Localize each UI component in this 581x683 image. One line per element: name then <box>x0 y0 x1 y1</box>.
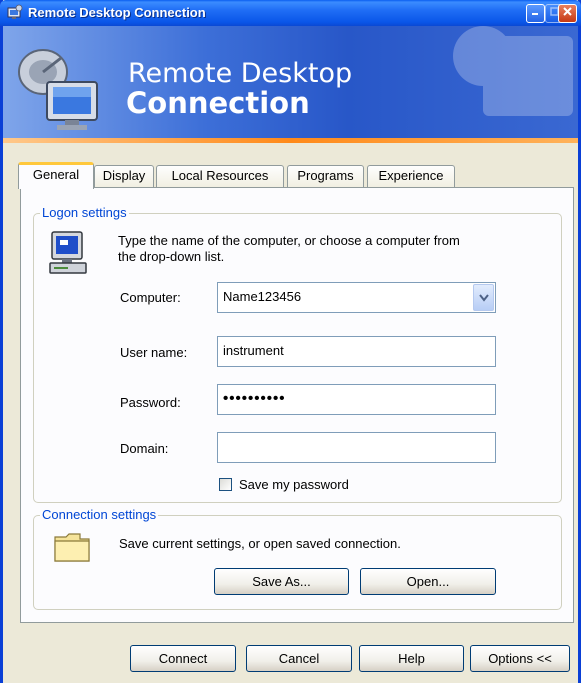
computer-combobox[interactable]: Name123456 <box>217 282 496 313</box>
computer-label: Computer: <box>120 290 181 305</box>
save-password-checkbox[interactable] <box>219 478 232 491</box>
header-banner: Remote Desktop Connection <box>3 26 578 138</box>
computer-monitor-icon <box>49 231 87 274</box>
computer-dropdown-button[interactable] <box>473 284 494 311</box>
connection-settings-group: Connection settings Save current setting… <box>33 507 562 610</box>
connection-settings-text: Save current settings, or open saved con… <box>119 536 401 551</box>
remote-desktop-computer-icon <box>18 49 98 130</box>
computer-value: Name123456 <box>223 289 302 304</box>
logon-settings-label: Logon settings <box>40 205 129 221</box>
username-label: User name: <box>120 345 188 360</box>
tab-programs[interactable]: Programs <box>287 165 364 187</box>
remote-desktop-window: Remote Desktop Connection Remote Desktop <box>0 0 581 683</box>
banner-accent-bar <box>3 138 578 143</box>
help-button[interactable]: Help <box>359 645 464 672</box>
save-password-label[interactable]: Save my password <box>239 477 349 493</box>
logon-instructions-line2: the drop-down list. <box>118 249 225 264</box>
save-as-button[interactable]: Save As... <box>214 568 349 595</box>
window-title: Remote Desktop Connection <box>28 5 206 20</box>
password-field[interactable]: •••••••••• <box>217 384 496 415</box>
tab-experience[interactable]: Experience <box>367 165 455 187</box>
chevron-down-icon <box>479 294 489 302</box>
username-field[interactable]: instrument <box>217 336 496 367</box>
close-button[interactable] <box>558 4 577 23</box>
password-label: Password: <box>120 395 181 410</box>
remote-desktop-icon <box>7 4 23 19</box>
logon-instructions-line1: Type the name of the computer, or choose… <box>118 233 460 248</box>
banner-decoration <box>453 26 573 116</box>
tab-general[interactable]: General <box>18 162 94 189</box>
options-button[interactable]: Options << <box>470 645 570 672</box>
tab-local-resources[interactable]: Local Resources <box>156 165 284 187</box>
folder-icon <box>54 533 90 562</box>
general-tab-panel: Logon settings Type the name of the comp… <box>20 187 574 623</box>
tab-display[interactable]: Display <box>94 165 154 187</box>
banner-title-line1: Remote Desktop <box>128 58 353 89</box>
title-bar[interactable]: Remote Desktop Connection <box>0 0 581 26</box>
connect-button[interactable]: Connect <box>130 645 236 672</box>
domain-field[interactable] <box>217 432 496 463</box>
connection-settings-label: Connection settings <box>40 507 159 523</box>
banner-title-line2: Connection <box>126 86 310 120</box>
logon-settings-group: Logon settings Type the name of the comp… <box>33 205 562 503</box>
minimize-icon <box>532 13 538 15</box>
cancel-button[interactable]: Cancel <box>246 645 352 672</box>
close-icon <box>563 7 572 16</box>
domain-label: Domain: <box>120 441 169 456</box>
open-button[interactable]: Open... <box>360 568 496 595</box>
minimize-button[interactable] <box>526 4 545 23</box>
